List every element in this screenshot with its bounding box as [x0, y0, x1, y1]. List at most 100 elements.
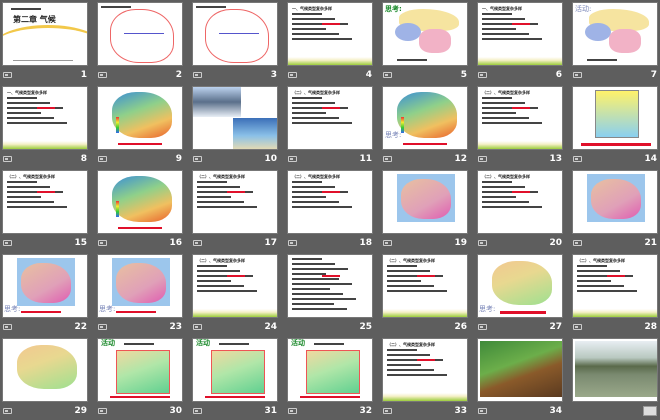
text-line — [197, 270, 240, 272]
slide-transition-icon[interactable] — [288, 240, 297, 246]
text-line — [292, 263, 335, 265]
slide-thumbnail-31[interactable]: 活动 — [192, 338, 278, 402]
monsoon-map — [595, 90, 639, 138]
slide-thumbnail-13[interactable]: （二）、气候类型复杂多样 — [477, 86, 563, 150]
slide-thumbnail-24[interactable]: （二）、气候类型复杂多样 — [192, 254, 278, 318]
slide-thumbnail-15[interactable]: （二）、气候类型复杂多样 — [2, 170, 88, 234]
slide-transition-icon[interactable] — [98, 408, 107, 414]
text-line — [577, 285, 624, 287]
text-line — [7, 196, 41, 198]
text-line — [482, 181, 512, 183]
text-line — [197, 201, 244, 203]
slide-thumbnail-6[interactable]: 一、气候类型复杂多样 — [477, 2, 563, 66]
slide-transition-icon[interactable] — [3, 408, 12, 414]
slide-transition-icon[interactable] — [478, 72, 487, 78]
slide-thumbnail-10[interactable] — [192, 86, 278, 150]
slide-number: 23 — [169, 322, 182, 332]
slide-transition-icon[interactable] — [98, 72, 107, 78]
slide-thumbnail-7[interactable]: 活动: — [572, 2, 658, 66]
text-line — [387, 369, 434, 371]
slide-transition-icon[interactable] — [98, 156, 107, 162]
slide-transition-icon[interactable] — [573, 156, 582, 162]
slide-transition-icon[interactable] — [383, 72, 392, 78]
slide-transition-icon[interactable] — [3, 240, 12, 246]
slide-text: （二）、气候类型复杂多样 — [197, 258, 245, 263]
slide-transition-icon[interactable] — [288, 156, 297, 162]
text-line — [292, 117, 339, 119]
map-south — [419, 29, 451, 53]
slide-transition-icon[interactable] — [193, 408, 202, 414]
slide-thumbnail-9[interactable] — [97, 86, 183, 150]
slide-thumbnail-26[interactable]: （二）、气候类型复杂多样 — [382, 254, 468, 318]
slide-transition-icon[interactable] — [478, 240, 487, 246]
slide-thumbnail-28[interactable]: （二）、气候类型复杂多样 — [572, 254, 658, 318]
slide-thumbnail-20[interactable]: （二）、气候类型复杂多样 — [477, 170, 563, 234]
slide-transition-icon[interactable] — [98, 240, 107, 246]
text-line — [397, 59, 427, 61]
map-frame — [116, 350, 170, 394]
slide-thumbnail-2[interactable] — [97, 2, 183, 66]
slide-number: 26 — [454, 322, 467, 332]
slide-thumbnail-30[interactable]: 活动 — [97, 338, 183, 402]
slide-thumbnail-32[interactable]: 活动 — [287, 338, 373, 402]
pink-map — [401, 179, 451, 219]
slide-thumbnail-8[interactable]: 一、气候类型复杂多样 — [2, 86, 88, 150]
slide-thumbnail-11[interactable]: （二）、气候类型复杂多样 — [287, 86, 373, 150]
text-line — [292, 273, 326, 275]
slide-thumbnail-16[interactable] — [97, 170, 183, 234]
slide-thumbnail-12[interactable]: 思考: — [382, 86, 468, 150]
slide-thumbnail-19[interactable] — [382, 170, 468, 234]
slide-number: 27 — [549, 322, 562, 332]
text-line — [482, 122, 542, 124]
hide-slide-icon[interactable] — [643, 406, 657, 416]
slide-thumbnail-21[interactable] — [572, 170, 658, 234]
slide-thumbnail-25[interactable] — [287, 254, 373, 318]
slide-thumbnail-5[interactable]: 思考: — [382, 2, 468, 66]
highlight — [322, 23, 340, 25]
slide-thumbnail-4[interactable]: 一、气候类型复杂多样 — [287, 2, 373, 66]
slide-transition-icon[interactable] — [573, 240, 582, 246]
slide-thumbnail-34[interactable] — [477, 338, 563, 402]
text-line — [292, 112, 326, 114]
slide-text: （二）、气候类型复杂多样 — [482, 174, 530, 179]
slide-cell: （二）、气候类型复杂多样 26 — [382, 254, 469, 336]
slide-thumbnail-29[interactable] — [2, 338, 88, 402]
slide-transition-icon[interactable] — [478, 408, 487, 414]
slide-transition-icon[interactable] — [478, 156, 487, 162]
slide-thumbnail-33[interactable]: （二）、气候类型复杂多样 — [382, 338, 468, 402]
slide-transition-icon[interactable] — [193, 240, 202, 246]
slide-transition-icon[interactable] — [383, 408, 392, 414]
slide-thumbnail-18[interactable]: （二）、气候类型复杂多样 — [287, 170, 373, 234]
text-line — [7, 206, 67, 208]
slide-transition-icon[interactable] — [193, 156, 202, 162]
text-line — [387, 349, 417, 351]
slide-transition-icon[interactable] — [573, 72, 582, 78]
slide-thumbnail-27[interactable]: 思考: — [477, 254, 563, 318]
text-line — [387, 280, 421, 282]
slide-transition-icon[interactable] — [383, 156, 392, 162]
slide-transition-icon[interactable] — [573, 324, 582, 330]
slide-number: 32 — [359, 406, 372, 416]
slide-text: （二）、气候类型复杂多样 — [577, 258, 625, 263]
slide-thumbnail-14[interactable] — [572, 86, 658, 150]
slide-transition-icon[interactable] — [478, 324, 487, 330]
text-line — [292, 33, 339, 35]
slide-transition-icon[interactable] — [383, 240, 392, 246]
slide-thumbnail-17[interactable]: （二）、气候类型复杂多样 — [192, 170, 278, 234]
slide-thumbnail-23[interactable]: 思考: — [97, 254, 183, 318]
slide-transition-icon[interactable] — [288, 72, 297, 78]
slide-thumbnail-22[interactable]: 思考: — [2, 254, 88, 318]
slide-thumbnail-35[interactable] — [572, 338, 658, 402]
slide-number: 1 — [80, 70, 87, 80]
slide-transition-icon[interactable] — [3, 72, 12, 78]
slide-thumbnail-3[interactable] — [192, 2, 278, 66]
slide-transition-icon[interactable] — [193, 324, 202, 330]
slide-transition-icon[interactable] — [3, 324, 12, 330]
slide-thumbnail-1[interactable]: 第二章 气候 — [2, 2, 88, 66]
slide-transition-icon[interactable] — [3, 156, 12, 162]
slide-transition-icon[interactable] — [288, 408, 297, 414]
slide-transition-icon[interactable] — [98, 324, 107, 330]
slide-transition-icon[interactable] — [193, 72, 202, 78]
temp-map — [112, 176, 172, 222]
pink-map — [591, 179, 641, 219]
